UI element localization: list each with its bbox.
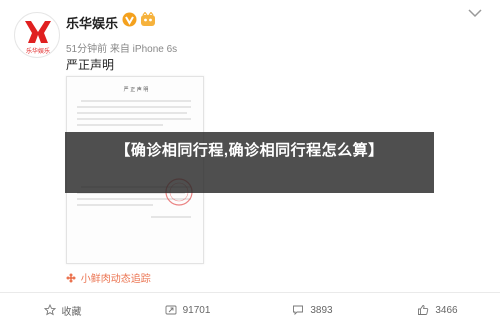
like-count: 3466: [435, 304, 458, 316]
overlay-title-banner: 【确诊相同行程,确诊相同行程怎么算】: [65, 132, 434, 193]
username[interactable]: 乐华娱乐: [66, 13, 118, 32]
vip-crown-icon: [141, 12, 155, 26]
thumbs-up-icon: [418, 305, 429, 315]
weibo-post: 乐华娱乐 乐华娱乐 51分钟前 来自 iPhone 6s 严正声明 严 正 声 …: [0, 0, 500, 327]
avatar[interactable]: 乐华娱乐: [14, 12, 60, 58]
svg-text:严 正 声 明: 严 正 声 明: [124, 86, 149, 93]
comment-button[interactable]: 3893: [250, 293, 375, 327]
svg-text:乐华娱乐: 乐华娱乐: [26, 47, 50, 55]
location-tag[interactable]: 小鲜肉动态追踪: [66, 270, 151, 285]
favorite-button[interactable]: 收藏: [0, 293, 125, 327]
post-meta: 51分钟前 来自 iPhone 6s: [66, 44, 178, 55]
comment-count: 3893: [310, 304, 333, 316]
comment-icon: [293, 305, 304, 316]
location-label: 小鲜肉动态追踪: [80, 274, 151, 285]
star-icon: [43, 304, 56, 316]
post-text: 严正声明: [66, 58, 115, 72]
verified-badge-icon: [122, 12, 137, 27]
favorite-label: 收藏: [61, 306, 82, 318]
action-bar: 收藏 91701 3893 3466: [0, 293, 500, 327]
flower-icon: [66, 273, 76, 283]
like-button[interactable]: 3466: [375, 293, 500, 327]
repost-count: 91701: [182, 304, 211, 316]
chevron-down-icon[interactable]: [468, 8, 482, 18]
repost-button[interactable]: 91701: [125, 293, 250, 327]
lehua-logo-icon: 乐华娱乐: [25, 21, 51, 55]
repost-icon: [165, 305, 177, 315]
